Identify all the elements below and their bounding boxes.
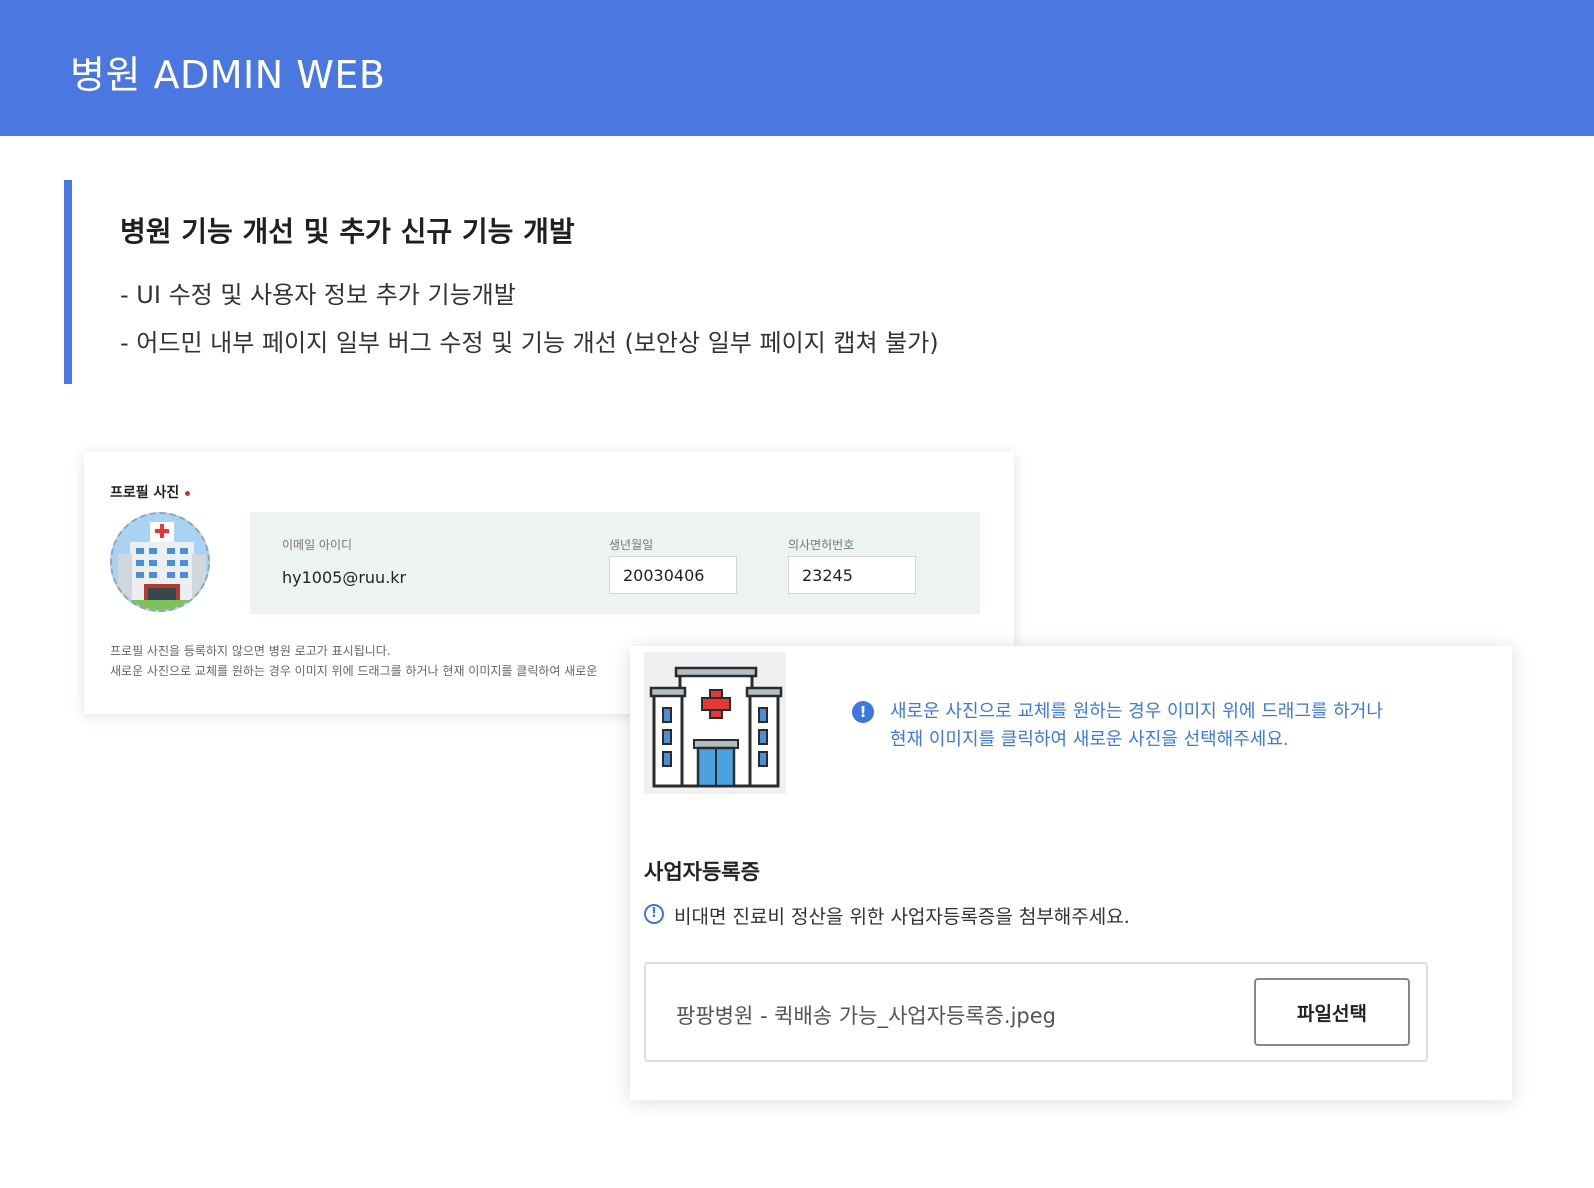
doctor-info-panel: 이메일 아이디 hy1005@ruu.kr 생년월일 20030406 의사면허… bbox=[250, 512, 980, 614]
hospital-icon bbox=[644, 652, 786, 794]
business-license-label: 사업자등록증 bbox=[644, 860, 760, 884]
business-card: ! 새로운 사진으로 교체를 원하는 경우 이미지 위에 드래그를 하거나 현재… bbox=[630, 646, 1512, 1100]
file-upload-field: 팡팡병원 - 퀵배송 가능_사업자등록증.jpeg 파일선택 bbox=[644, 962, 1428, 1062]
license-field[interactable]: 23245 bbox=[788, 556, 916, 594]
note-line: 새로운 사진으로 교체를 원하는 경우 이미지 위에 드래그를 하거나 bbox=[890, 701, 1383, 722]
file-name: 팡팡병원 - 퀵배송 가능_사업자등록증.jpeg bbox=[676, 1004, 1056, 1028]
email-label: 이메일 아이디 bbox=[282, 538, 353, 552]
section-title: 병원 기능 개선 및 추가 신규 기능 개발 bbox=[120, 215, 575, 248]
file-select-button[interactable]: 파일선택 bbox=[1254, 978, 1410, 1046]
hospital-logo[interactable] bbox=[644, 652, 786, 794]
info-icon: ! bbox=[852, 701, 874, 723]
bullet-item: - 어드민 내부 페이지 일부 버그 수정 및 기능 개선 (보안상 일부 페이… bbox=[120, 329, 939, 357]
profile-note: 프로필 사진을 등록하지 않으면 병원 로고가 표시됩니다. bbox=[110, 644, 391, 658]
business-license-note-text: 비대면 진료비 정산을 위한 사업자등록증을 첨부해주세요. bbox=[674, 906, 1130, 928]
email-value: hy1005@ruu.kr bbox=[282, 568, 407, 587]
header-bar: 병원 ADMIN WEB bbox=[0, 0, 1594, 136]
profile-note: 새로운 사진으로 교체를 원하는 경우 이미지 위에 드래그를 하거나 현재 이… bbox=[110, 664, 598, 678]
app-title: 병원 ADMIN WEB bbox=[70, 53, 386, 97]
profile-photo-label: 프로필 사진 bbox=[110, 482, 191, 502]
birth-label: 생년월일 bbox=[609, 538, 654, 552]
profile-photo[interactable] bbox=[110, 512, 210, 612]
hospital-icon bbox=[112, 514, 208, 610]
bullet-item: - UI 수정 및 사용자 정보 추가 기능개발 bbox=[120, 281, 516, 309]
required-dot bbox=[185, 490, 191, 496]
feature-summary: 병원 기능 개선 및 추가 신규 기능 개발 - UI 수정 및 사용자 정보 … bbox=[64, 180, 1064, 384]
license-label: 의사면허번호 bbox=[788, 538, 855, 552]
note-line: 현재 이미지를 클릭하여 새로운 사진을 선택해주세요. bbox=[890, 729, 1289, 750]
info-outline-icon: ! bbox=[644, 904, 664, 924]
birth-field[interactable]: 20030406 bbox=[609, 556, 737, 594]
